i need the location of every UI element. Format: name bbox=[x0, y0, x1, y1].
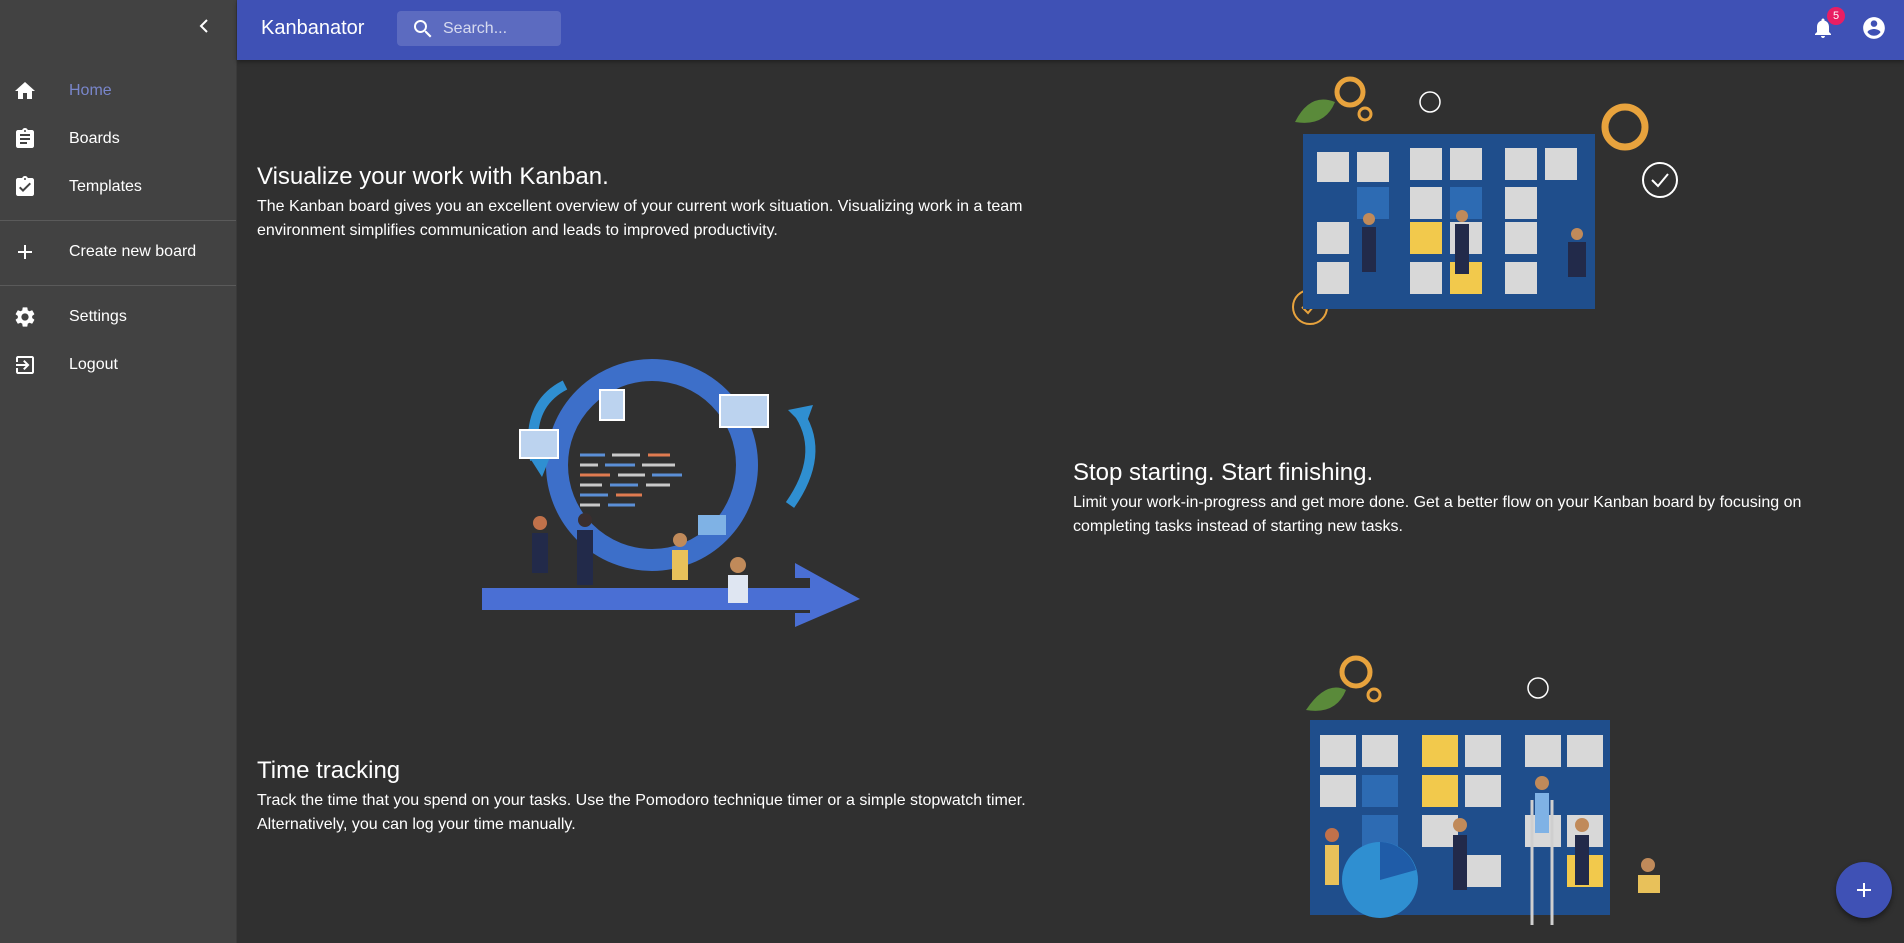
feature-visualize: Visualize your work with Kanban. The Kan… bbox=[257, 163, 1077, 243]
app-title: Kanbanator bbox=[261, 17, 365, 39]
gear-icon bbox=[13, 305, 37, 329]
clipboard-check-icon bbox=[13, 175, 37, 199]
sidebar-item-label: Settings bbox=[69, 308, 127, 325]
feature-time-tracking: Time tracking Track the time that you sp… bbox=[257, 757, 1077, 837]
feature-description: Limit your work-in-progress and get more… bbox=[1073, 494, 1802, 535]
sidebar-item-label: Create new board bbox=[69, 243, 197, 260]
sidebar-item-label: Home bbox=[69, 82, 112, 99]
time-tracking-illustration bbox=[1306, 655, 1660, 925]
sidebar-item-create-board[interactable]: Create new board bbox=[0, 228, 236, 276]
account-circle-icon[interactable] bbox=[1861, 15, 1887, 41]
feature-stop-starting: Stop starting. Start finishing. Limit yo… bbox=[1073, 459, 1853, 539]
sidebar-item-label: Boards bbox=[69, 130, 120, 147]
feature-title: Stop starting. Start finishing. bbox=[1073, 459, 1374, 486]
feature-title: Visualize your work with Kanban. bbox=[257, 163, 609, 190]
sidebar-item-label: Logout bbox=[69, 356, 118, 373]
search-box[interactable] bbox=[397, 11, 561, 46]
sidebar-item-logout[interactable]: Logout bbox=[0, 341, 236, 389]
plus-icon bbox=[1857, 883, 1871, 897]
collapse-sidebar-button[interactable] bbox=[192, 14, 216, 38]
top-app-bar: Kanbanator 5 bbox=[237, 0, 1904, 60]
search-input[interactable] bbox=[441, 17, 555, 41]
search-icon bbox=[414, 20, 432, 38]
feature-title: Time tracking bbox=[257, 757, 401, 784]
sidebar-item-boards[interactable]: Boards bbox=[0, 115, 236, 163]
plus-icon bbox=[13, 240, 37, 264]
clipboard-icon bbox=[13, 127, 37, 151]
feature-description: Track the time that you spend on your ta… bbox=[257, 792, 1026, 833]
chevron-left-icon bbox=[199, 19, 208, 33]
sidebar-divider bbox=[0, 220, 236, 221]
logout-icon bbox=[13, 353, 37, 377]
sidebar-divider bbox=[0, 285, 236, 286]
kanban-board-illustration bbox=[1292, 76, 1678, 325]
workflow-cycle-illustration bbox=[482, 359, 860, 627]
feature-description: The Kanban board gives you an excellent … bbox=[257, 198, 1023, 239]
sidebar-item-label: Templates bbox=[69, 178, 142, 195]
sidebar: Home Boards Templates Create new board S… bbox=[0, 0, 237, 943]
add-fab-button[interactable] bbox=[1836, 862, 1892, 918]
sidebar-item-settings[interactable]: Settings bbox=[0, 293, 236, 341]
sidebar-item-home[interactable]: Home bbox=[0, 67, 236, 115]
sidebar-item-templates[interactable]: Templates bbox=[0, 163, 236, 211]
home-icon bbox=[13, 79, 37, 103]
notification-badge: 5 bbox=[1827, 7, 1845, 25]
